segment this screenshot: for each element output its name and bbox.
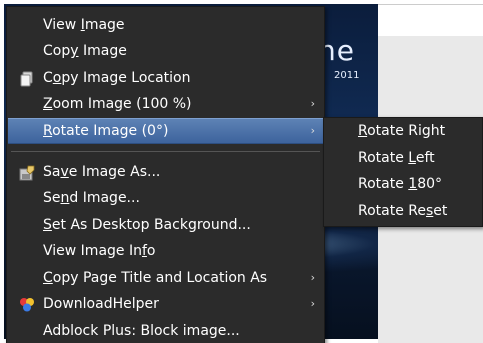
copy-location-icon <box>19 70 35 87</box>
downloadhelper-icon <box>19 296 35 312</box>
menu-item-set-desktop-background[interactable]: Set As Desktop Background... <box>8 212 323 238</box>
submenu-arrow-icon: › <box>310 271 315 284</box>
submenu-item-rotate-reset[interactable]: Rotate Reset <box>325 198 481 224</box>
image-brand-year: 2011 <box>334 70 360 81</box>
submenu-item-rotate-left[interactable]: Rotate Left <box>325 145 481 171</box>
menu-item-label: Adblock Plus: Block image... <box>43 323 240 339</box>
menu-item-adblock-block-image[interactable]: Adblock Plus: Block image... <box>8 318 323 343</box>
menu-item-label: View Image Info <box>43 243 156 259</box>
menu-item-label: Save Image As... <box>43 164 161 180</box>
menu-separator <box>11 151 320 152</box>
menu-item-zoom-image[interactable]: Zoom Image (100 %) › <box>8 91 323 117</box>
submenu-item-label: Rotate 180° <box>358 176 443 192</box>
menu-item-view-image[interactable]: View Image <box>8 12 323 38</box>
menu-item-view-image-info[interactable]: View Image Info <box>8 238 323 264</box>
save-image-icon <box>19 164 35 181</box>
menu-item-label: Set As Desktop Background... <box>43 217 251 233</box>
screenshot-stage: ne 2011 View Image Copy Image Copy Image… <box>0 0 483 343</box>
menu-item-label: Zoom Image (100 %) <box>43 96 192 112</box>
menu-item-label: Copy Page Title and Location As <box>43 270 268 286</box>
menu-item-downloadhelper[interactable]: DownloadHelper › <box>8 291 323 317</box>
menu-item-rotate-image[interactable]: Rotate Image (0°) › <box>8 118 323 144</box>
menu-item-send-image[interactable]: Send Image... <box>8 185 323 211</box>
submenu-item-rotate-right[interactable]: Rotate Right <box>325 118 481 144</box>
submenu-item-label: Rotate Left <box>358 150 435 166</box>
rotate-image-submenu: Rotate Right Rotate Left Rotate 180° Rot… <box>323 117 483 227</box>
menu-item-copy-image-location[interactable]: Copy Image Location <box>8 65 323 91</box>
menu-item-label: DownloadHelper <box>43 296 159 312</box>
submenu-item-label: Rotate Right <box>358 123 446 139</box>
image-context-menu: View Image Copy Image Copy Image Locatio… <box>6 6 325 343</box>
menu-item-copy-image[interactable]: Copy Image <box>8 38 323 64</box>
submenu-arrow-icon: › <box>310 297 315 310</box>
menu-item-label: Rotate Image (0°) <box>43 123 169 139</box>
submenu-item-label: Rotate Reset <box>358 203 448 219</box>
submenu-item-rotate-180[interactable]: Rotate 180° <box>325 171 481 197</box>
menu-item-label: View Image <box>43 17 125 33</box>
submenu-arrow-icon: › <box>310 97 315 110</box>
menu-item-label: Send Image... <box>43 190 140 206</box>
submenu-arrow-icon: › <box>310 124 315 137</box>
page-border <box>378 4 483 5</box>
menu-item-label: Copy Image <box>43 43 127 59</box>
menu-item-copy-page-title[interactable]: Copy Page Title and Location As › <box>8 265 323 291</box>
menu-item-label: Copy Image Location <box>43 70 191 86</box>
menu-item-save-image-as[interactable]: Save Image As... <box>8 159 323 185</box>
